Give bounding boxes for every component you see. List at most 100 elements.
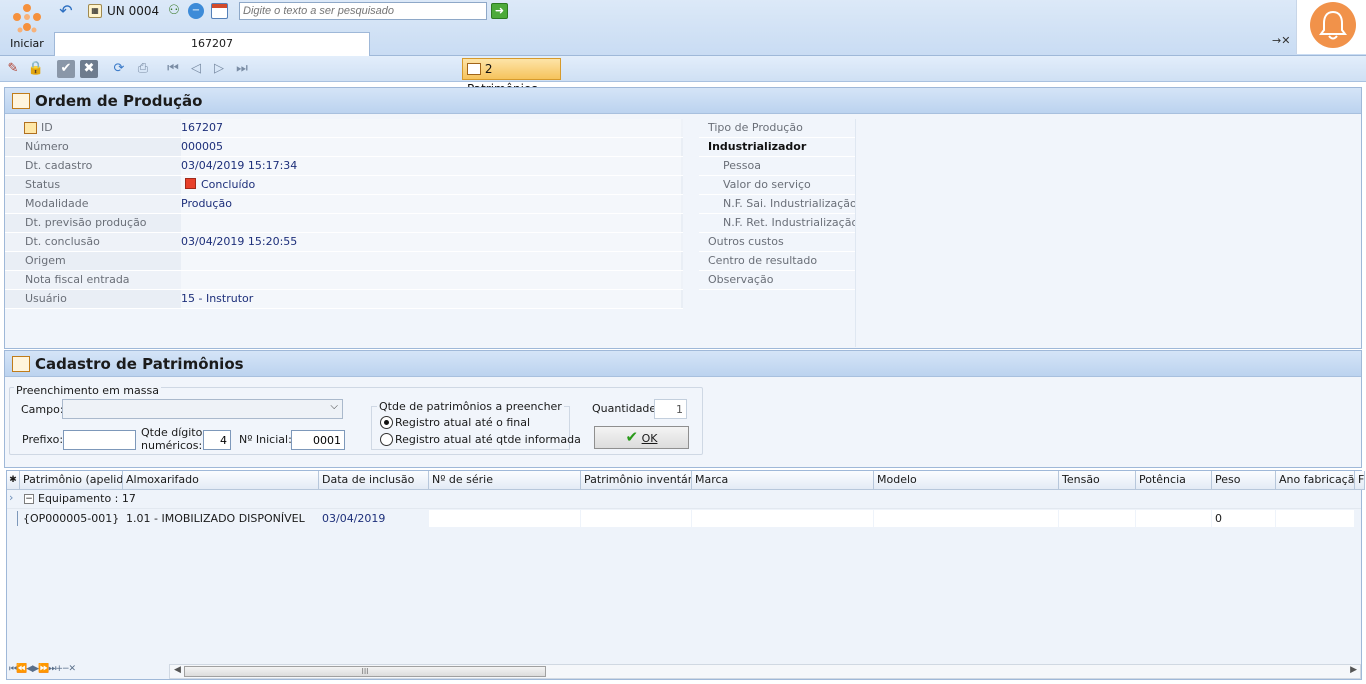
ordem-field-row[interactable]: Origem [5,252,683,271]
ordem-header: Ordem de Produção [5,88,1361,114]
ordem-field-label: Outros custos [708,235,784,248]
table-cell[interactable] [874,510,1058,527]
table-cell[interactable] [1059,510,1135,527]
column-header[interactable]: Marca [692,471,874,490]
grid-navigator[interactable]: ⏮⏪◀▶⏩⏭+−✕ [7,664,167,679]
ordem-field-row[interactable]: Modalidade Produção [5,195,683,214]
collapse-icon[interactable]: − [24,494,34,504]
notification-button[interactable] [1310,2,1356,48]
column-header[interactable]: Almoxarifado [123,471,319,490]
ordem-field-row[interactable]: Nota fiscal entrada [5,271,683,290]
key-icon [24,122,37,134]
ordem-title: Ordem de Produção [35,92,203,110]
confirm-icon[interactable]: ✔ [57,60,75,78]
ordem-field-label: Dt. cadastro [25,159,93,172]
status-value: Concluído [201,178,256,191]
next-record-icon[interactable]: ▷ [210,60,228,78]
campo-select[interactable]: ⌵ [62,399,343,419]
ordem-field-row[interactable]: Usuário 15 - Instrutor [5,290,683,309]
horizontal-scrollbar[interactable]: ◀ III ▶ [169,664,1361,679]
search-go-button[interactable]: ➜ [491,3,508,19]
column-header[interactable]: Potência [1136,471,1212,490]
cancel-icon[interactable]: ✖ [80,60,98,78]
ordem-field-value: 000005 [181,138,681,156]
minus-circle-icon[interactable]: − [188,3,204,19]
ordem-field-value [181,271,681,289]
column-header[interactable]: F [1355,471,1365,490]
column-header[interactable]: Modelo [874,471,1059,490]
ordem-field-value: 03/04/2019 15:17:34 [181,157,681,175]
ordem-field-row[interactable]: ID 167207 [5,119,683,138]
column-header[interactable]: Data de inclusão [319,471,429,490]
users-icon[interactable]: ⚇ [164,2,184,20]
column-header[interactable]: Nº de série [429,471,581,490]
scroll-right-icon[interactable]: ▶ [1350,665,1357,675]
radio-ate-final[interactable] [380,416,393,429]
last-record-icon[interactable]: ⏭ [233,60,251,78]
table-icon [12,356,30,372]
ordem-field-row[interactable]: Dt. cadastro 03/04/2019 15:17:34 [5,157,683,176]
group-row[interactable]: › − Equipamento : 17 [7,490,1361,509]
tab-close-button[interactable]: →✕ [1272,34,1290,47]
window-icon[interactable] [211,3,228,19]
quantidade-input[interactable] [654,399,687,419]
ordem-field-row[interactable]: Dt. previsão produção [5,214,683,233]
start-button[interactable]: Iniciar [0,0,54,56]
prefixo-input[interactable] [63,430,136,450]
lock-icon[interactable]: 🔒 [27,60,45,78]
ordem-field-label: N.F. Sai. Industrialização [723,197,857,210]
undo-icon[interactable]: ↶ [56,2,76,20]
search-input[interactable] [239,2,487,20]
observacao-area[interactable] [855,119,1361,347]
ok-button[interactable]: ✔ OK [594,426,689,449]
tab-167207[interactable]: 167207 [54,32,370,56]
ordem-field-label: Usuário [25,292,67,305]
ordem-field-row[interactable]: Dt. conclusão 03/04/2019 15:20:55 [5,233,683,252]
logo-icon [13,4,41,33]
column-header[interactable]: Patrimônio inventário [581,471,692,490]
ordem-field-label: Dt. conclusão [25,235,100,248]
column-header[interactable]: Ano fabricação [1276,471,1355,490]
digitos-label-1: Qtde dígitos [141,426,209,439]
inicial-input[interactable] [291,430,345,450]
digitos-input[interactable] [203,430,231,450]
record-toolbar: ✎ 🔒 ✔ ✖ ⟳ ⎙ ⏮ ◁ ▷ ⏭ 2 Patrimônios [0,56,1366,96]
table-cell[interactable] [429,510,580,527]
table-cell[interactable] [692,510,873,527]
table-cell[interactable]: 1.01 - IMOBILIZADO DISPONÍVEL [123,510,318,527]
first-record-icon[interactable]: ⏮ [164,60,182,78]
refresh-icon[interactable]: ⟳ [110,60,128,78]
radio-ate-qtde[interactable] [380,433,393,446]
table-cell[interactable] [1136,510,1211,527]
digitos-label-2: numéricos: [141,439,203,452]
ordem-field-label: N.F. Ret. Industrialização [723,216,859,229]
table-cell[interactable] [1276,510,1354,527]
table-icon [467,63,481,75]
ordem-field-value: 03/04/2019 15:20:55 [181,233,681,251]
table-cell[interactable]: 03/04/2019 [319,510,428,527]
row-indicator[interactable] [8,511,18,526]
column-header[interactable]: Tensão [1059,471,1136,490]
ordem-field-row[interactable]: Número 000005 [5,138,683,157]
scroll-left-icon[interactable]: ◀ [174,665,181,675]
unit-label[interactable]: UN 0004 [107,4,159,18]
preview-icon[interactable]: ⎙ [134,60,152,78]
scroll-thumb[interactable]: III [184,666,546,677]
table-cell[interactable] [581,510,691,527]
column-header[interactable]: Peso [1212,471,1276,490]
table-row[interactable]: {OP000005-001} 1.01 - IMOBILIZADO DISPONÍ… [7,510,1361,527]
patrimonios-button[interactable]: 2 Patrimônios [462,58,561,96]
notification-area [1296,0,1366,54]
new-record-icon[interactable]: ✎ [4,60,22,78]
calendar-icon[interactable]: ▦ [88,4,102,18]
radio-ate-qtde-label: Registro atual até qtde informada [395,433,581,446]
grid-indicator-header: ✱ [7,471,20,490]
prev-record-icon[interactable]: ◁ [187,60,205,78]
ordem-field-row[interactable]: Status Concluído [5,176,683,195]
table-cell[interactable]: 0 [1212,510,1275,527]
column-header[interactable]: Patrimônio (apelido) [20,471,123,490]
ordem-field-label: Nota fiscal entrada [25,273,130,286]
group-row-label: Equipamento : 17 [38,492,136,505]
table-cell[interactable]: {OP000005-001} [20,510,122,527]
ordem-field-label: Status [25,178,61,191]
